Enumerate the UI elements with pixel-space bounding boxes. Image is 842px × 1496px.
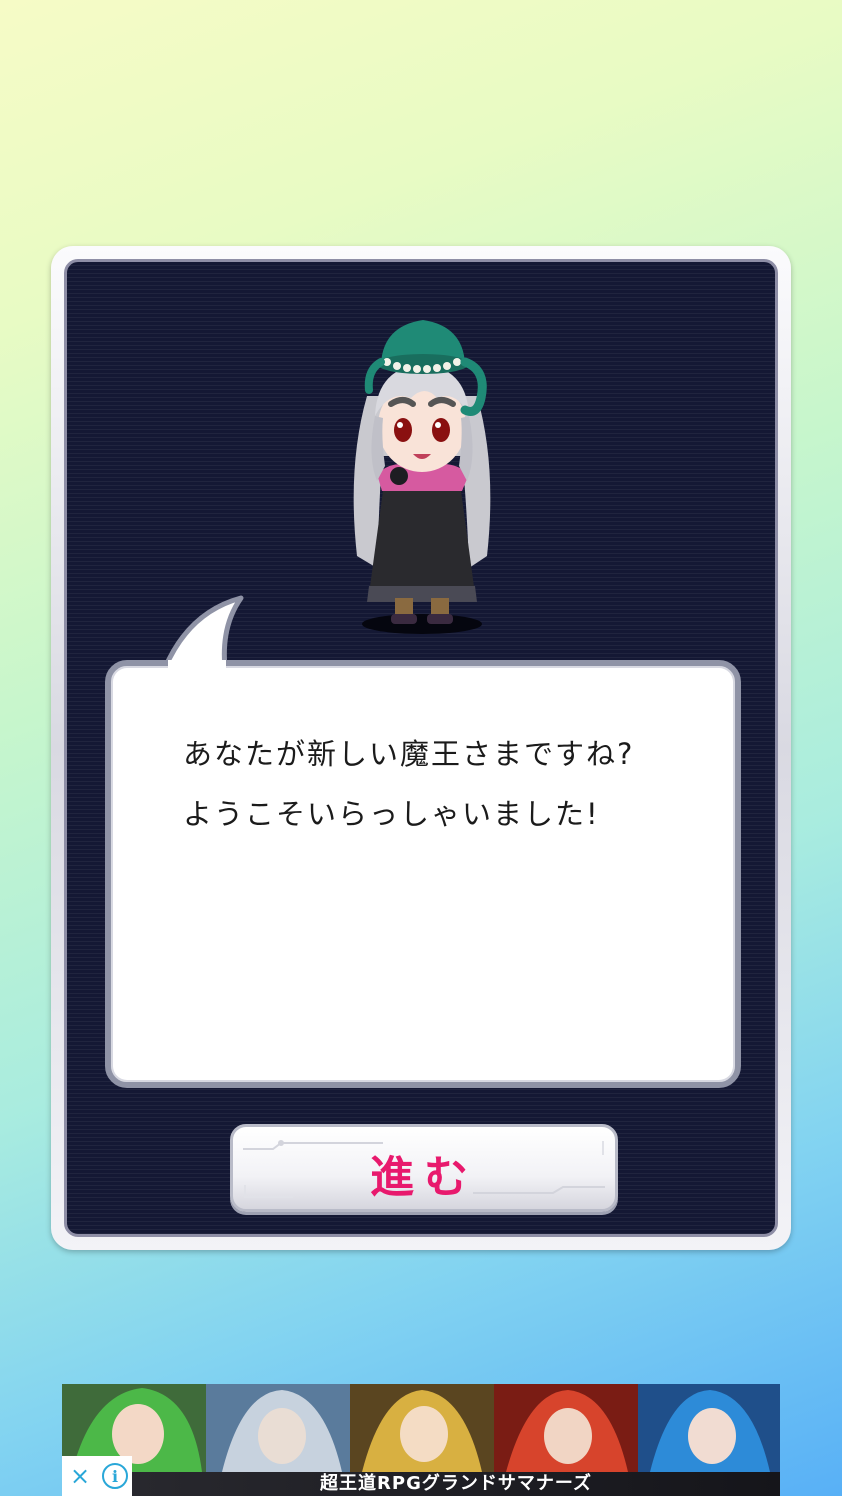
ad-caption: 超王道RPGグランドサマナーズ [320, 1473, 592, 1494]
ad-artwork [62, 1384, 780, 1472]
close-icon[interactable]: × [66, 1462, 94, 1490]
dialog-message: あなたが新しい魔王さまですね? ようこそいらっしゃいました! [183, 737, 635, 831]
info-icon[interactable]: i [102, 1463, 128, 1489]
ad-controls: × i [62, 1456, 132, 1496]
character-portrait [353, 320, 491, 634]
speech-bubble: あなたが新しい魔王さまですね? ようこそいらっしゃいました! [105, 660, 741, 1088]
proceed-button-label: 進む [370, 1152, 478, 1203]
ad-caption-bar: 超王道RPGグランドサマナーズ [62, 1472, 780, 1496]
proceed-button[interactable]: 進む [230, 1124, 618, 1212]
dialog-panel: あなたが新しい魔王さまですね? ようこそいらっしゃいました! 進む [51, 246, 791, 1250]
bubble-tail-join [168, 660, 226, 668]
ad-banner[interactable]: 超王道RPGグランドサマナーズ × i [62, 1384, 780, 1496]
dialog-inner: あなたが新しい魔王さまですね? ようこそいらっしゃいました! 進む [64, 259, 778, 1237]
